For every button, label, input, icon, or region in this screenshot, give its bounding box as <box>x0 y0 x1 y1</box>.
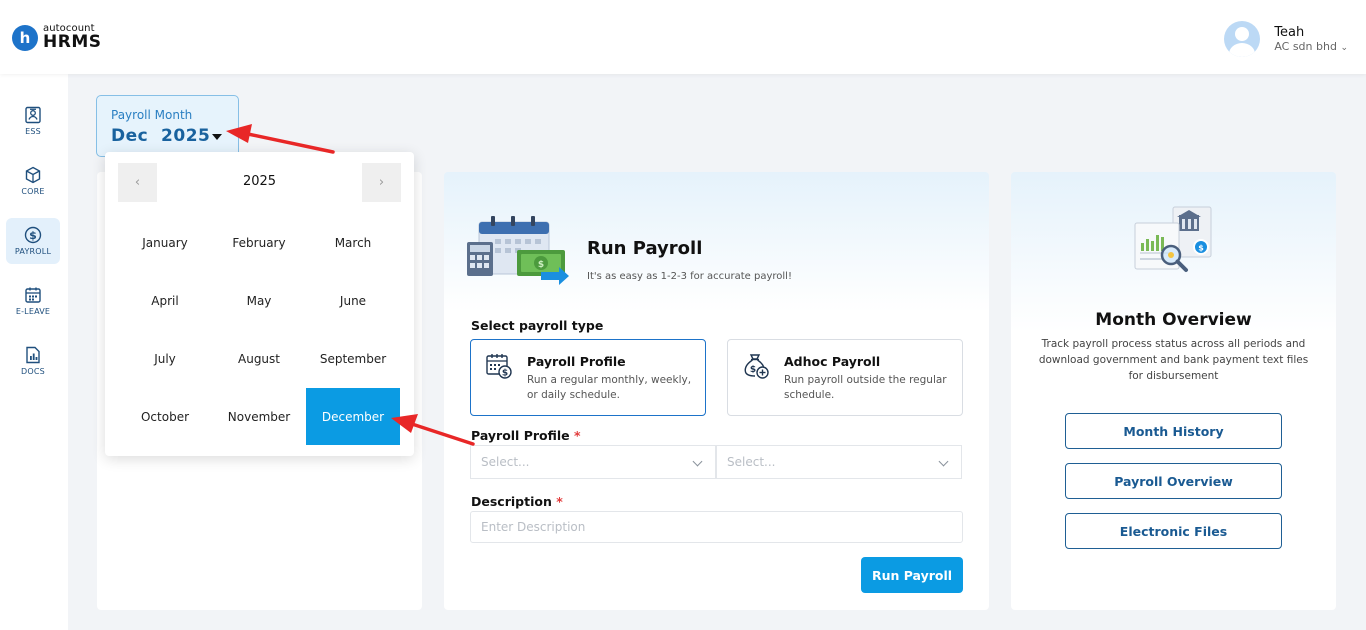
description-label-text: Description <box>471 494 552 509</box>
required-mark: * <box>574 428 581 443</box>
payroll-month-label: Payroll Month <box>111 108 193 122</box>
logo-big-text: HRMS <box>43 32 102 52</box>
sidebar-item-label: CORE <box>21 187 45 196</box>
user-company: AC sdn bhd ⌄ <box>1274 40 1348 53</box>
logo-text: autocount HRMS <box>43 24 101 51</box>
payroll-profile-desc: Run a regular monthly, weekly, or daily … <box>527 374 692 401</box>
month-option-november[interactable]: November <box>212 388 306 445</box>
sidebar-item-e-leave[interactable]: E-LEAVE <box>6 278 60 324</box>
app-logo[interactable]: h autocount HRMS <box>12 24 101 51</box>
payroll-month-value: Dec 2025 <box>111 126 211 146</box>
payroll-calendar-illustration-icon: $ <box>467 216 569 285</box>
money-bag-add-icon: $ <box>744 354 769 379</box>
sidebar-item-ess[interactable]: ESS <box>6 98 60 144</box>
adhoc-payroll-desc: Run payroll outside the regular schedule… <box>784 374 947 401</box>
adhoc-payroll-title: Adhoc Payroll <box>784 354 881 369</box>
caret-down-icon[interactable] <box>212 134 222 140</box>
month-overview-description: Track payroll process status across all … <box>1038 338 1309 382</box>
sidebar-item-docs[interactable]: DOCS <box>6 338 60 384</box>
chevron-down-icon <box>938 456 949 467</box>
payroll-profile-title: Payroll Profile <box>527 354 626 369</box>
description-input[interactable] <box>470 511 963 543</box>
dollar-circle-icon: $ <box>24 226 42 244</box>
sidebar-item-label: ESS <box>25 127 41 136</box>
run-payroll-subtitle: It's as easy as 1-2-3 for accurate payro… <box>587 271 792 282</box>
month-option-december[interactable]: December <box>306 388 400 445</box>
user-name: Teah <box>1274 25 1305 40</box>
select-placeholder: Select... <box>481 455 530 469</box>
next-year-button[interactable]: › <box>362 163 401 202</box>
user-menu[interactable]: Teah AC sdn bhd ⌄ <box>1224 21 1348 57</box>
adhoc-payroll-option[interactable]: $ Adhoc Payroll Run payroll outside the … <box>727 339 963 416</box>
month-option-february[interactable]: February <box>212 214 306 271</box>
user-info[interactable]: Teah AC sdn bhd ⌄ <box>1274 25 1348 53</box>
description-label: Description * <box>471 494 563 509</box>
chevron-down-icon: ⌄ <box>1340 43 1348 53</box>
run-payroll-title: Run Payroll <box>587 238 703 259</box>
sidebar-item-label: PAYROLL <box>14 247 52 256</box>
chevron-down-icon <box>692 456 703 467</box>
payroll-profile-label: Payroll Profile * <box>471 428 581 443</box>
month-overview-title: Month Overview <box>1095 310 1252 330</box>
svg-text:$: $ <box>29 229 37 242</box>
sidebar-item-label: DOCS <box>21 367 45 376</box>
top-bar: h autocount HRMS Teah AC sdn bhd ⌄ <box>0 0 1366 74</box>
sidebar-item-payroll[interactable]: $ PAYROLL <box>6 218 60 264</box>
id-card-icon <box>25 106 41 124</box>
sidebar: ESS CORE $ PAYROLL E-LEAVE DOCS <box>0 74 68 630</box>
required-mark: * <box>556 494 563 509</box>
month-option-september[interactable]: September <box>306 330 400 387</box>
document-chart-icon <box>26 346 40 364</box>
calendar-dollar-icon: $ <box>486 354 512 379</box>
payroll-type-label: Select payroll type <box>471 318 604 333</box>
select-placeholder: Select... <box>727 455 776 469</box>
payroll-subprofile-select[interactable]: Select... <box>716 445 962 479</box>
user-company-label: AC sdn bhd <box>1274 40 1337 53</box>
payroll-profile-option[interactable]: $ Payroll Profile Run a regular monthly,… <box>470 339 706 416</box>
month-option-march[interactable]: March <box>306 214 400 271</box>
sidebar-item-core[interactable]: CORE <box>6 158 60 204</box>
svg-text:$: $ <box>750 365 756 375</box>
month-option-october[interactable]: October <box>118 388 212 445</box>
month-option-may[interactable]: May <box>212 272 306 329</box>
report-magnifier-illustration-icon: $ <box>1134 206 1212 272</box>
calendar-icon <box>25 287 41 303</box>
payroll-month-selector[interactable]: Payroll Month Dec 2025 <box>96 95 239 157</box>
payroll-overview-button[interactable]: Payroll Overview <box>1065 463 1282 499</box>
electronic-files-button[interactable]: Electronic Files <box>1065 513 1282 549</box>
payroll-profile-label-text: Payroll Profile <box>471 428 570 443</box>
month-option-june[interactable]: June <box>306 272 400 329</box>
month-history-button[interactable]: Month History <box>1065 413 1282 449</box>
payroll-profile-select[interactable]: Select... <box>470 445 716 479</box>
month-option-january[interactable]: January <box>118 214 212 271</box>
svg-text:$: $ <box>1198 244 1204 253</box>
cube-icon <box>25 166 41 184</box>
run-payroll-button[interactable]: Run Payroll <box>861 557 963 593</box>
annotation-arrow-icon <box>226 124 335 154</box>
svg-text:$: $ <box>502 369 508 379</box>
month-picker-dropdown: ‹ 2025 › January February March April Ma… <box>105 152 414 456</box>
month-option-august[interactable]: August <box>212 330 306 387</box>
sidebar-item-label: E-LEAVE <box>15 307 51 316</box>
svg-text:$: $ <box>538 260 544 270</box>
avatar[interactable] <box>1224 21 1261 57</box>
logo-mark-icon: h <box>12 24 38 51</box>
month-option-april[interactable]: April <box>118 272 212 329</box>
month-option-july[interactable]: July <box>118 330 212 387</box>
